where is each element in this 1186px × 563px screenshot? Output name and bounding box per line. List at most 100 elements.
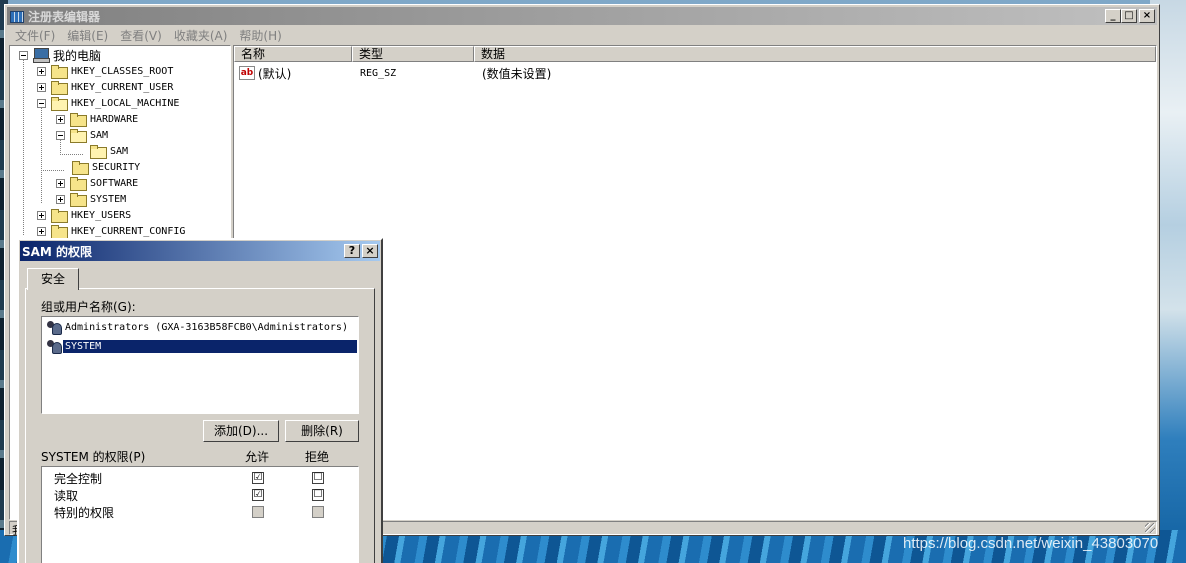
tree-connector (23, 60, 24, 236)
deny-checkbox[interactable]: ☐ (312, 472, 324, 484)
user-group-icon (46, 319, 62, 335)
close-button[interactable]: × (1139, 9, 1155, 23)
tree-item-label: HKEY_CURRENT_CONFIG (71, 225, 186, 237)
registry-editor-titlebar[interactable]: 注册表编辑器 _ □ × (7, 7, 1157, 25)
expand-icon[interactable] (56, 114, 65, 124)
tree-item-label: SYSTEM (90, 193, 127, 205)
permission-row-full-control: 完全控制 ☑ ☐ (42, 469, 358, 486)
permissions-dialog: SAM 的权限 ? × 安全 组或用户名称(G): Administrators… (17, 238, 383, 563)
folder-icon (51, 225, 68, 239)
expand-icon[interactable] (56, 178, 65, 188)
tree-item-software[interactable]: SOFTWARE (56, 175, 138, 191)
dialog-titlebar[interactable]: SAM 的权限 ? × (20, 241, 380, 261)
expand-icon[interactable] (37, 82, 46, 92)
folder-icon (51, 81, 68, 95)
folder-open-icon (90, 145, 107, 159)
help-button[interactable]: ? (344, 244, 360, 258)
tree-item-security[interactable]: SECURITY (72, 159, 140, 175)
remove-button[interactable]: 删除(R) (285, 420, 359, 442)
expand-icon[interactable] (37, 210, 46, 220)
tree-item-label: 我的电脑 (53, 48, 102, 63)
tree-item-sam[interactable]: SAM (56, 127, 108, 143)
resize-grip-icon[interactable] (1145, 523, 1155, 533)
tree-item-hkey-local-machine[interactable]: HKEY_LOCAL_MACHINE (37, 95, 179, 111)
column-header-data[interactable]: 数据 (474, 46, 1156, 62)
tree-item-hkey-users[interactable]: HKEY_USERS (37, 207, 131, 223)
tree-item-label: SOFTWARE (90, 177, 139, 189)
folder-open-icon (51, 97, 68, 111)
value-type: REG_SZ (360, 67, 397, 79)
tree-item-label: HKEY_CLASSES_ROOT (71, 65, 174, 77)
dialog-close-button[interactable]: × (362, 244, 378, 258)
collapse-icon[interactable] (56, 130, 65, 140)
tab-security[interactable]: 安全 (27, 268, 79, 290)
tree-item-label: SECURITY (92, 161, 141, 173)
tree-item-sam-child[interactable]: SAM (90, 143, 128, 159)
column-header-name[interactable]: 名称 (234, 46, 352, 62)
menu-view[interactable]: 查看(V) (114, 27, 168, 45)
collapse-icon[interactable] (37, 98, 46, 108)
allow-header: 允许 (245, 450, 270, 464)
group-user-label: 组或用户名称(G): (41, 300, 136, 314)
maximize-button[interactable]: □ (1121, 9, 1137, 23)
value-data: (数值未设置) (482, 66, 552, 81)
tree-item-label: HKEY_CURRENT_USER (71, 81, 174, 93)
deny-checkbox[interactable]: ☐ (312, 489, 324, 501)
folder-icon (70, 177, 87, 191)
computer-icon (33, 48, 50, 63)
menu-bar: 文件(F) 编辑(E) 查看(V) 收藏夹(A) 帮助(H) (9, 27, 288, 45)
tree-item-hkey-current-config[interactable]: HKEY_CURRENT_CONFIG (37, 223, 185, 239)
menu-file[interactable]: 文件(F) (9, 27, 61, 45)
column-header-type[interactable]: 类型 (352, 46, 474, 62)
value-name: (默认) (258, 66, 292, 81)
tree-item-label: HARDWARE (90, 113, 139, 125)
deny-checkbox-disabled (312, 506, 324, 518)
user-group-icon (46, 338, 62, 354)
tree-item-hkey-current-user[interactable]: HKEY_CURRENT_USER (37, 79, 173, 95)
allow-checkbox[interactable]: ☑ (252, 489, 264, 501)
permission-row-read: 读取 ☑ ☐ (42, 486, 358, 503)
minimize-button[interactable]: _ (1105, 9, 1121, 23)
user-item-administrators[interactable]: Administrators (GXA-3163B58FCB0\Administ… (46, 318, 358, 336)
menu-edit[interactable]: 编辑(E) (61, 27, 114, 45)
dialog-title: SAM 的权限 (22, 244, 93, 259)
folder-icon (70, 193, 87, 207)
add-button[interactable]: 添加(D)... (203, 420, 279, 442)
permission-name: 特别的权限 (54, 506, 115, 520)
string-value-icon: ab (239, 66, 255, 80)
permissions-list: 完全控制 ☑ ☐ 读取 ☑ ☐ 特别的权限 (41, 466, 359, 563)
tree-connector (41, 108, 42, 204)
menu-favorites[interactable]: 收藏夹(A) (168, 27, 234, 45)
allow-checkbox[interactable]: ☑ (252, 472, 264, 484)
folder-icon (51, 65, 68, 79)
user-item-system[interactable]: SYSTEM (46, 337, 358, 355)
permissions-label: SYSTEM 的权限(P) (41, 450, 146, 464)
tree-item-hardware[interactable]: HARDWARE (56, 111, 138, 127)
allow-checkbox-disabled (252, 506, 264, 518)
menu-help[interactable]: 帮助(H) (233, 27, 287, 45)
tree-item-label: SAM (90, 129, 109, 141)
user-name: SYSTEM (63, 339, 357, 353)
tree-connector (60, 154, 84, 155)
collapse-icon[interactable] (19, 50, 28, 60)
expand-icon[interactable] (37, 66, 46, 76)
folder-icon (72, 161, 89, 175)
expand-icon[interactable] (37, 226, 46, 236)
folder-icon (70, 113, 87, 127)
list-item[interactable]: ab (默认) REG_SZ (数值未设置) (234, 65, 551, 81)
watermark: https://blog.csdn.net/weixin_43803070 (903, 535, 1159, 552)
tree-item-label: HKEY_LOCAL_MACHINE (71, 97, 180, 109)
tree-item-hkey-classes-root[interactable]: HKEY_CLASSES_ROOT (37, 63, 173, 79)
expand-icon[interactable] (56, 194, 65, 204)
tree-item-label: SAM (110, 145, 129, 157)
permission-name: 读取 (54, 489, 79, 503)
permission-name: 完全控制 (54, 472, 103, 486)
tree-item-my-computer[interactable]: 我的电脑 (19, 47, 101, 63)
permission-row-special: 特别的权限 (42, 503, 358, 520)
tree-connector (41, 170, 65, 171)
folder-icon (51, 209, 68, 223)
user-list[interactable]: Administrators (GXA-3163B58FCB0\Administ… (41, 316, 359, 414)
tree-item-system[interactable]: SYSTEM (56, 191, 126, 207)
regedit-icon (9, 9, 25, 23)
folder-open-icon (70, 129, 87, 143)
